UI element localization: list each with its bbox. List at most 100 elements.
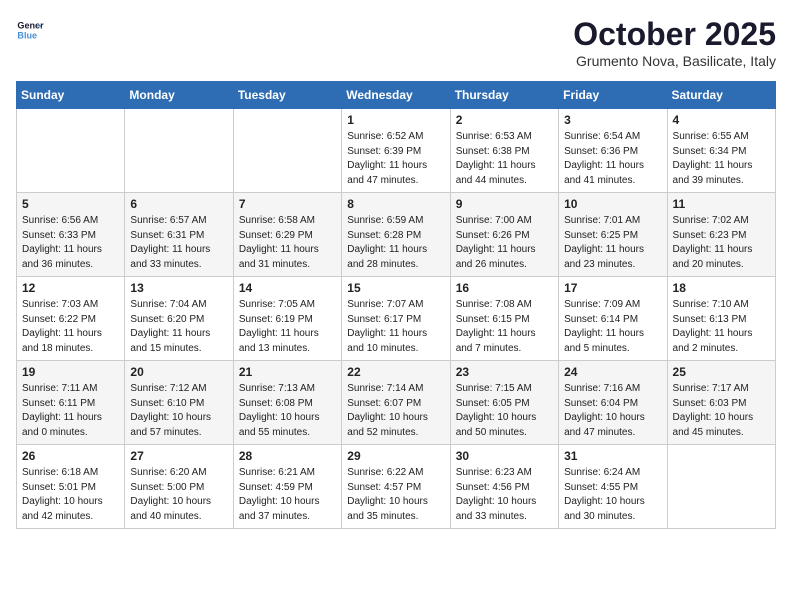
- calendar-cell: 18Sunrise: 7:10 AM Sunset: 6:13 PM Dayli…: [667, 277, 775, 361]
- day-detail: Sunrise: 7:01 AM Sunset: 6:25 PM Dayligh…: [564, 214, 661, 272]
- day-number: 31: [564, 449, 661, 463]
- day-detail: Sunrise: 6:56 AM Sunset: 6:33 PM Dayligh…: [22, 214, 119, 272]
- calendar-cell: 31 Sunrise: 6:24 AM Sunset: 4:55 PM Dayli…: [559, 445, 667, 529]
- day-detail: Sunrise: 7:16 AM Sunset: 6:04 PM Dayligh…: [564, 382, 661, 440]
- day-number: 15: [347, 281, 444, 295]
- day-number: 28: [239, 449, 336, 463]
- calendar-cell: 19 Sunrise: 7:11 AM Sunset: 6:11 PM Dayli…: [17, 361, 125, 445]
- calendar-cell: [125, 109, 233, 193]
- calendar-cell: 28 Sunrise: 6:21 AM Sunset: 4:59 PM Dayli…: [233, 445, 341, 529]
- calendar-cell: 21Sunrise: 7:13 AM Sunset: 6:08 PM Dayli…: [233, 361, 341, 445]
- day-detail: Sunrise: 6:55 AM Sunset: 6:34 PM Dayligh…: [673, 130, 770, 188]
- day-number: 27: [130, 449, 227, 463]
- weekday-label: Monday: [125, 82, 233, 109]
- calendar-cell: 9 Sunrise: 7:00 AM Sunset: 6:26 PM Daylig…: [450, 193, 558, 277]
- weekday-label: Friday: [559, 82, 667, 109]
- calendar-cell: 30Sunrise: 6:23 AM Sunset: 4:56 PM Dayli…: [450, 445, 558, 529]
- weekday-label: Sunday: [17, 82, 125, 109]
- calendar-week-row: 12Sunrise: 7:03 AM Sunset: 6:22 PM Dayli…: [17, 277, 776, 361]
- calendar-cell: 25Sunrise: 7:17 AM Sunset: 6:03 PM Dayli…: [667, 361, 775, 445]
- day-detail: Sunrise: 7:03 AM Sunset: 6:22 PM Dayligh…: [22, 298, 119, 356]
- day-detail: Sunrise: 6:24 AM Sunset: 4:55 PM Dayligh…: [564, 466, 661, 524]
- day-number: 16: [456, 281, 553, 295]
- logo: General Blue: [16, 16, 44, 44]
- location: Grumento Nova, Basilicate, Italy: [573, 53, 776, 69]
- calendar-body: 1 Sunrise: 6:52 AM Sunset: 6:39 PM Daylig…: [17, 109, 776, 529]
- day-number: 22: [347, 365, 444, 379]
- day-detail: Sunrise: 7:02 AM Sunset: 6:23 PM Dayligh…: [673, 214, 770, 272]
- calendar-cell: 22 Sunrise: 7:14 AM Sunset: 6:07 PM Dayli…: [342, 361, 450, 445]
- calendar-cell: 10Sunrise: 7:01 AM Sunset: 6:25 PM Dayli…: [559, 193, 667, 277]
- day-number: 4: [673, 113, 770, 127]
- day-detail: Sunrise: 6:52 AM Sunset: 6:39 PM Dayligh…: [347, 130, 444, 188]
- day-number: 23: [456, 365, 553, 379]
- calendar-cell: 6 Sunrise: 6:57 AM Sunset: 6:31 PM Daylig…: [125, 193, 233, 277]
- calendar-cell: 4 Sunrise: 6:55 AM Sunset: 6:34 PM Daylig…: [667, 109, 775, 193]
- day-number: 9: [456, 197, 553, 211]
- day-detail: Sunrise: 6:20 AM Sunset: 5:00 PM Dayligh…: [130, 466, 227, 524]
- title-block: October 2025 Grumento Nova, Basilicate, …: [573, 16, 776, 69]
- day-detail: Sunrise: 7:13 AM Sunset: 6:08 PM Dayligh…: [239, 382, 336, 440]
- calendar-cell: 11 Sunrise: 7:02 AM Sunset: 6:23 PM Dayli…: [667, 193, 775, 277]
- day-detail: Sunrise: 6:23 AM Sunset: 4:56 PM Dayligh…: [456, 466, 553, 524]
- day-number: 2: [456, 113, 553, 127]
- day-number: 6: [130, 197, 227, 211]
- calendar-cell: 12Sunrise: 7:03 AM Sunset: 6:22 PM Dayli…: [17, 277, 125, 361]
- day-number: 1: [347, 113, 444, 127]
- month-title: October 2025: [573, 16, 776, 53]
- calendar-cell: [233, 109, 341, 193]
- calendar-cell: 2 Sunrise: 6:53 AM Sunset: 6:38 PM Daylig…: [450, 109, 558, 193]
- calendar-cell: 3 Sunrise: 6:54 AM Sunset: 6:36 PM Daylig…: [559, 109, 667, 193]
- calendar-cell: 14 Sunrise: 7:05 AM Sunset: 6:19 PM Dayli…: [233, 277, 341, 361]
- day-number: 7: [239, 197, 336, 211]
- calendar-cell: [17, 109, 125, 193]
- day-detail: Sunrise: 6:21 AM Sunset: 4:59 PM Dayligh…: [239, 466, 336, 524]
- weekday-label: Saturday: [667, 82, 775, 109]
- day-number: 13: [130, 281, 227, 295]
- calendar-cell: 23 Sunrise: 7:15 AM Sunset: 6:05 PM Dayli…: [450, 361, 558, 445]
- calendar-cell: 8Sunrise: 6:59 AM Sunset: 6:28 PM Daylig…: [342, 193, 450, 277]
- calendar-cell: 20 Sunrise: 7:12 AM Sunset: 6:10 PM Dayli…: [125, 361, 233, 445]
- day-detail: Sunrise: 7:00 AM Sunset: 6:26 PM Dayligh…: [456, 214, 553, 272]
- day-number: 11: [673, 197, 770, 211]
- day-number: 18: [673, 281, 770, 295]
- day-detail: Sunrise: 7:12 AM Sunset: 6:10 PM Dayligh…: [130, 382, 227, 440]
- day-detail: Sunrise: 7:14 AM Sunset: 6:07 PM Dayligh…: [347, 382, 444, 440]
- calendar-cell: 1 Sunrise: 6:52 AM Sunset: 6:39 PM Daylig…: [342, 109, 450, 193]
- day-number: 19: [22, 365, 119, 379]
- logo-icon: General Blue: [16, 16, 44, 44]
- day-detail: Sunrise: 7:11 AM Sunset: 6:11 PM Dayligh…: [22, 382, 119, 440]
- calendar-cell: 5 Sunrise: 6:56 AM Sunset: 6:33 PM Daylig…: [17, 193, 125, 277]
- calendar-table: SundayMondayTuesdayWednesdayThursdayFrid…: [16, 81, 776, 529]
- day-detail: Sunrise: 7:09 AM Sunset: 6:14 PM Dayligh…: [564, 298, 661, 356]
- day-detail: Sunrise: 7:15 AM Sunset: 6:05 PM Dayligh…: [456, 382, 553, 440]
- day-detail: Sunrise: 6:22 AM Sunset: 4:57 PM Dayligh…: [347, 466, 444, 524]
- day-number: 5: [22, 197, 119, 211]
- svg-text:Blue: Blue: [17, 30, 37, 40]
- day-number: 20: [130, 365, 227, 379]
- day-number: 26: [22, 449, 119, 463]
- calendar-cell: 7Sunrise: 6:58 AM Sunset: 6:29 PM Daylig…: [233, 193, 341, 277]
- calendar-cell: 26Sunrise: 6:18 AM Sunset: 5:01 PM Dayli…: [17, 445, 125, 529]
- day-detail: Sunrise: 6:59 AM Sunset: 6:28 PM Dayligh…: [347, 214, 444, 272]
- day-number: 3: [564, 113, 661, 127]
- calendar-week-row: 5 Sunrise: 6:56 AM Sunset: 6:33 PM Daylig…: [17, 193, 776, 277]
- day-number: 17: [564, 281, 661, 295]
- calendar-week-row: 26Sunrise: 6:18 AM Sunset: 5:01 PM Dayli…: [17, 445, 776, 529]
- day-detail: Sunrise: 7:05 AM Sunset: 6:19 PM Dayligh…: [239, 298, 336, 356]
- day-number: 24: [564, 365, 661, 379]
- calendar-cell: 27 Sunrise: 6:20 AM Sunset: 5:00 PM Dayli…: [125, 445, 233, 529]
- day-detail: Sunrise: 7:08 AM Sunset: 6:15 PM Dayligh…: [456, 298, 553, 356]
- calendar-cell: 16 Sunrise: 7:08 AM Sunset: 6:15 PM Dayli…: [450, 277, 558, 361]
- weekday-label: Tuesday: [233, 82, 341, 109]
- calendar-week-row: 1 Sunrise: 6:52 AM Sunset: 6:39 PM Daylig…: [17, 109, 776, 193]
- day-number: 25: [673, 365, 770, 379]
- calendar-cell: [667, 445, 775, 529]
- calendar-cell: 24 Sunrise: 7:16 AM Sunset: 6:04 PM Dayli…: [559, 361, 667, 445]
- weekday-label: Thursday: [450, 82, 558, 109]
- day-detail: Sunrise: 7:07 AM Sunset: 6:17 PM Dayligh…: [347, 298, 444, 356]
- day-detail: Sunrise: 6:53 AM Sunset: 6:38 PM Dayligh…: [456, 130, 553, 188]
- day-detail: Sunrise: 6:57 AM Sunset: 6:31 PM Dayligh…: [130, 214, 227, 272]
- day-detail: Sunrise: 6:54 AM Sunset: 6:36 PM Dayligh…: [564, 130, 661, 188]
- day-number: 14: [239, 281, 336, 295]
